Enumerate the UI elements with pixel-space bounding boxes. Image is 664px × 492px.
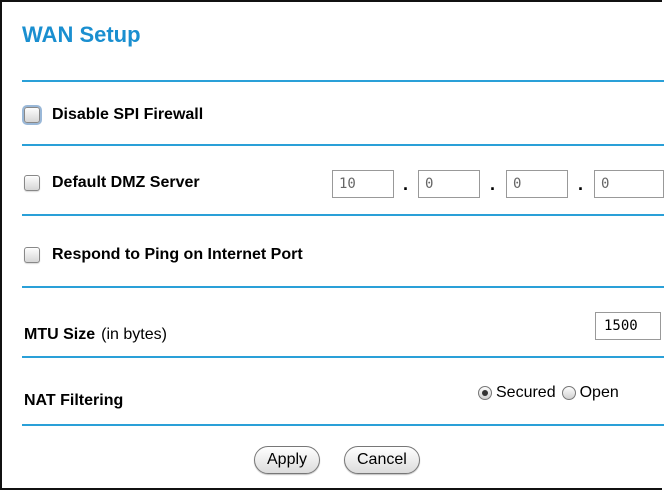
nat-open-radio[interactable]	[561, 386, 576, 400]
nat-open-label: Open	[579, 384, 619, 401]
respond-ping-checkbox[interactable]	[24, 247, 40, 263]
nat-secured-radio[interactable]	[478, 386, 492, 400]
nat-label: NAT Filtering	[24, 392, 124, 409]
dmz-ip-octet-1[interactable]	[332, 170, 394, 198]
disable-spi-row: Disable SPI Firewall	[24, 106, 664, 124]
disable-spi-label: Disable SPI Firewall	[52, 106, 204, 123]
ip-separator: .	[490, 174, 496, 194]
mtu-unit: (in bytes)	[101, 326, 167, 343]
radio-selected-dot	[482, 390, 488, 396]
nat-secured-label: Secured	[496, 384, 556, 401]
dmz-ip-octet-4[interactable]	[594, 170, 664, 198]
wan-setup-panel	[0, 0, 662, 490]
nat-radio-group: Secured Open	[478, 384, 625, 402]
mtu-row: MTU Size (in bytes)	[24, 312, 664, 344]
divider	[22, 286, 664, 288]
mtu-label: MTU Size	[24, 326, 96, 343]
page-title: WAN Setup	[22, 22, 141, 47]
cancel-button[interactable]: Cancel	[344, 446, 420, 474]
mtu-input[interactable]	[595, 312, 661, 340]
divider	[22, 424, 664, 426]
apply-button[interactable]: Apply	[254, 446, 321, 474]
dmz-ip-octet-2[interactable]	[418, 170, 480, 198]
divider	[22, 144, 664, 146]
respond-ping-label: Respond to Ping on Internet Port	[52, 246, 303, 263]
divider	[22, 356, 664, 358]
ip-separator: .	[578, 174, 584, 194]
dmz-ip-octet-3[interactable]	[506, 170, 568, 198]
dmz-ip-group: . . .	[0, 170, 664, 200]
divider	[22, 80, 664, 82]
divider	[22, 214, 664, 216]
ip-separator: .	[403, 174, 409, 194]
disable-spi-checkbox[interactable]	[24, 107, 40, 123]
respond-ping-row: Respond to Ping on Internet Port	[24, 246, 664, 264]
